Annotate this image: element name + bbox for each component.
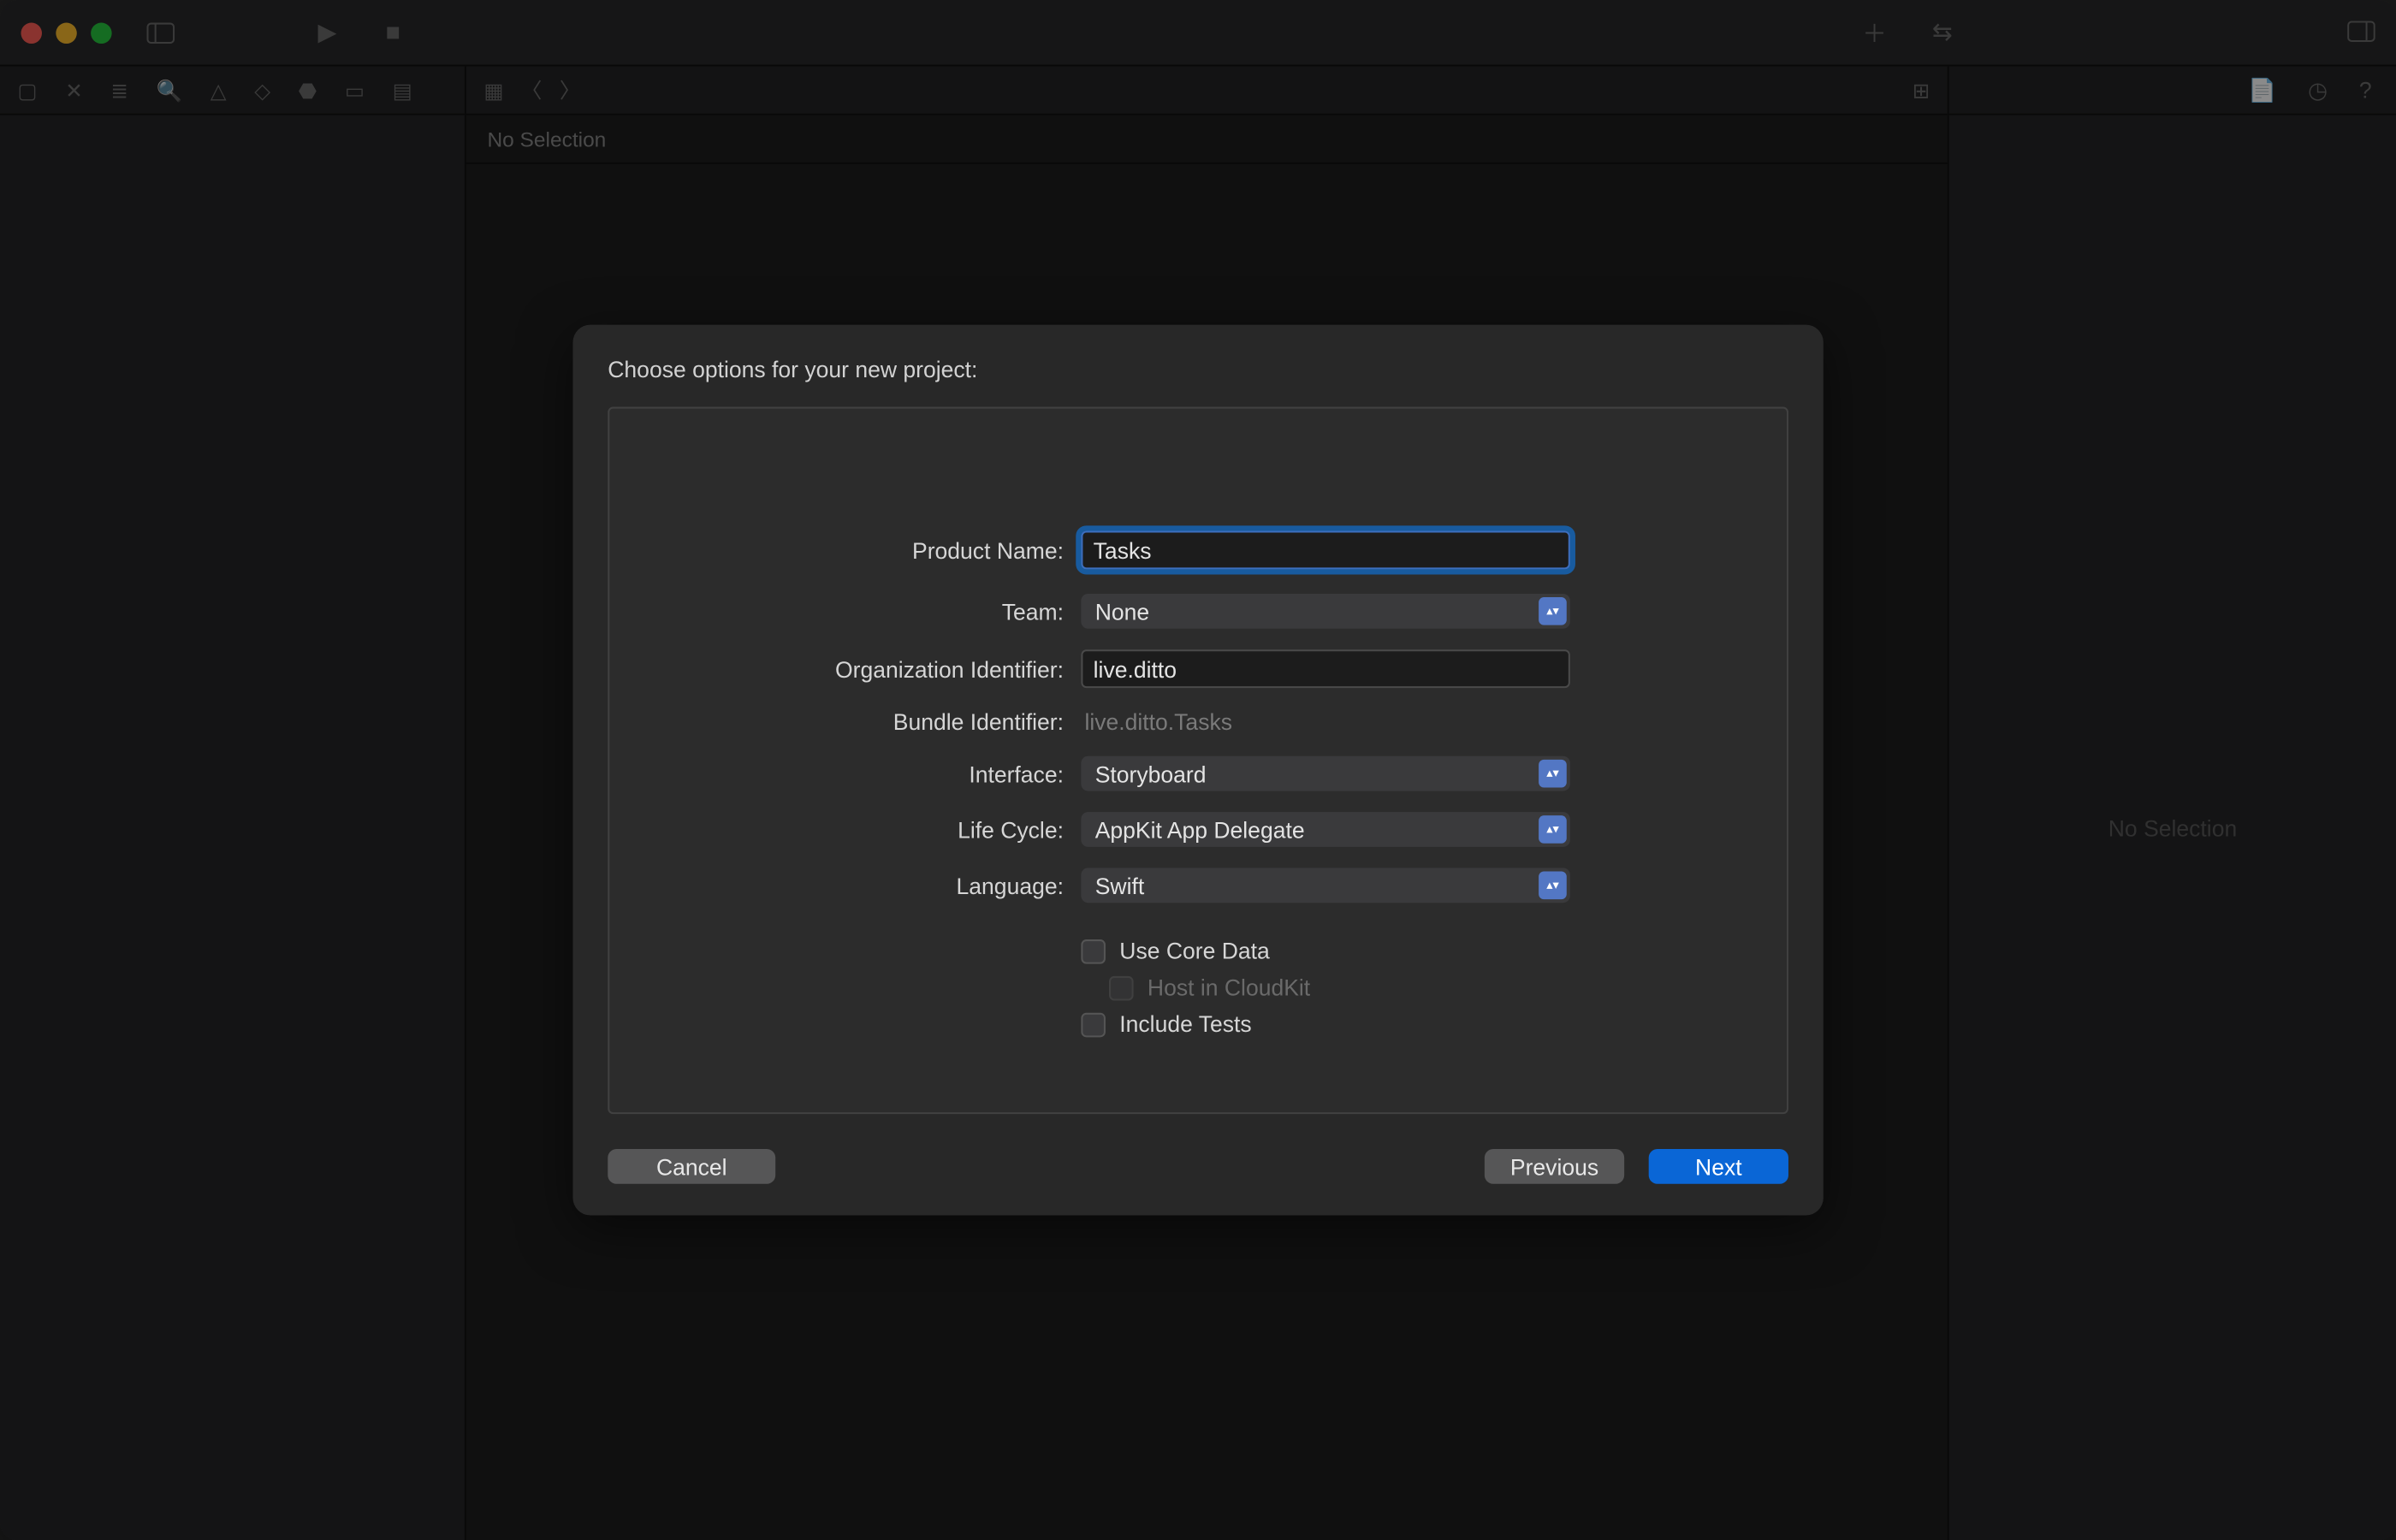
next-button[interactable]: Next bbox=[1649, 1149, 1788, 1184]
lifecycle-select-value: AppKit App Delegate bbox=[1095, 816, 1305, 843]
language-label: Language: bbox=[644, 872, 1064, 898]
product-name-input[interactable] bbox=[1081, 530, 1569, 569]
run-button-icon[interactable]: ▶ bbox=[317, 17, 336, 47]
org-id-input[interactable] bbox=[1081, 649, 1569, 688]
titlebar: ▶ ■ ＋ ⇆ bbox=[0, 0, 2396, 67]
modal-title: Choose options for your new project: bbox=[608, 356, 1788, 382]
source-control-navigator-icon[interactable]: ✕ bbox=[65, 78, 83, 103]
interface-select[interactable]: Storyboard ▴▾ bbox=[1081, 756, 1569, 791]
modal-footer: Cancel Previous Next bbox=[608, 1149, 1788, 1184]
lifecycle-select[interactable]: AppKit App Delegate ▴▾ bbox=[1081, 812, 1569, 847]
use-core-data-label: Use Core Data bbox=[1119, 938, 1269, 964]
issue-navigator-icon[interactable]: △ bbox=[211, 78, 227, 103]
editor-no-selection-label: No Selection bbox=[487, 127, 606, 151]
code-review-icon[interactable]: ⇆ bbox=[1932, 17, 1953, 47]
toggle-navigator-icon[interactable] bbox=[146, 18, 175, 46]
back-icon[interactable]: 〈 bbox=[521, 75, 543, 105]
report-navigator-icon[interactable]: ▤ bbox=[393, 78, 412, 103]
use-core-data-row: Use Core Data bbox=[1081, 938, 1752, 964]
close-window-button[interactable] bbox=[21, 22, 41, 43]
project-navigator-icon[interactable]: ▢ bbox=[17, 78, 37, 103]
host-cloudkit-row: Host in CloudKit bbox=[1109, 974, 1752, 1001]
team-select-value: None bbox=[1095, 598, 1149, 625]
window-controls bbox=[21, 22, 111, 43]
host-cloudkit-label: Host in CloudKit bbox=[1148, 974, 1310, 1001]
minimize-window-button[interactable] bbox=[56, 22, 76, 43]
inspector-no-selection-label: No Selection bbox=[2108, 814, 2237, 841]
org-id-label: Organization Identifier: bbox=[644, 655, 1064, 682]
new-project-options-sheet: Choose options for your new project: Pro… bbox=[572, 325, 1823, 1216]
product-name-label: Product Name: bbox=[644, 537, 1064, 564]
forward-icon[interactable]: 〉 bbox=[560, 75, 581, 105]
bundle-id-label: Bundle Identifier: bbox=[644, 709, 1064, 736]
cancel-button[interactable]: Cancel bbox=[608, 1149, 775, 1184]
debug-navigator-icon[interactable]: ⬣ bbox=[299, 78, 317, 103]
add-editor-icon[interactable]: ⊞ bbox=[1913, 78, 1930, 103]
previous-button[interactable]: Previous bbox=[1485, 1149, 1624, 1184]
modal-form: Product Name: Team: None ▴▾ Organization… bbox=[608, 407, 1788, 1115]
include-tests-checkbox[interactable] bbox=[1081, 1012, 1106, 1037]
toggle-inspector-icon[interactable] bbox=[2347, 18, 2375, 46]
include-tests-label: Include Tests bbox=[1119, 1011, 1251, 1038]
use-core-data-checkbox[interactable] bbox=[1081, 939, 1106, 963]
find-navigator-icon[interactable]: 🔍 bbox=[157, 78, 183, 103]
team-select[interactable]: None ▴▾ bbox=[1081, 594, 1569, 629]
file-inspector-icon[interactable]: 📄 bbox=[2248, 76, 2276, 104]
breakpoint-navigator-icon[interactable]: ▭ bbox=[345, 78, 365, 103]
left-sidebar bbox=[0, 116, 466, 1540]
language-select-value: Swift bbox=[1095, 872, 1144, 898]
library-add-icon[interactable]: ＋ bbox=[1862, 15, 1887, 50]
symbol-navigator-icon[interactable]: ≣ bbox=[110, 78, 128, 103]
test-navigator-icon[interactable]: ◇ bbox=[254, 78, 270, 103]
navigator-tabs: ▢ ✕ ≣ 🔍 △ ◇ ⬣ ▭ ▤ bbox=[0, 67, 466, 114]
history-inspector-icon[interactable]: ◷ bbox=[2308, 76, 2328, 104]
editor-path-bar: No Selection bbox=[466, 116, 1948, 164]
language-select[interactable]: Swift ▴▾ bbox=[1081, 868, 1569, 903]
navigator-bar: ▢ ✕ ≣ 🔍 △ ◇ ⬣ ▭ ▤ ▦ 〈 〉 ⊞ 📄 ◷ ? bbox=[0, 67, 2396, 116]
chevron-updown-icon: ▴▾ bbox=[1539, 760, 1567, 788]
zoom-window-button[interactable] bbox=[91, 22, 111, 43]
lifecycle-label: Life Cycle: bbox=[644, 816, 1064, 843]
interface-label: Interface: bbox=[644, 761, 1064, 787]
xcode-window: ▶ ■ ＋ ⇆ ▢ ✕ ≣ 🔍 △ ◇ ⬣ ▭ ▤ ▦ 〈 〉 ⊞ bbox=[0, 0, 2396, 1540]
chevron-updown-icon: ▴▾ bbox=[1539, 871, 1567, 899]
inspector-tabs: 📄 ◷ ? bbox=[1948, 67, 2396, 114]
include-tests-row: Include Tests bbox=[1081, 1011, 1752, 1038]
chevron-updown-icon: ▴▾ bbox=[1539, 815, 1567, 844]
host-cloudkit-checkbox bbox=[1109, 975, 1134, 1000]
related-items-icon[interactable]: ▦ bbox=[483, 78, 503, 103]
stop-button-icon[interactable]: ■ bbox=[386, 17, 400, 47]
right-sidebar: No Selection bbox=[1948, 116, 2396, 1540]
run-controls: ▶ ■ bbox=[317, 17, 400, 47]
team-label: Team: bbox=[644, 598, 1064, 625]
quick-help-icon[interactable]: ? bbox=[2359, 77, 2372, 104]
chevron-updown-icon: ▴▾ bbox=[1539, 597, 1567, 625]
bundle-id-value: live.ditto.Tasks bbox=[1081, 709, 1569, 736]
interface-select-value: Storyboard bbox=[1095, 761, 1207, 787]
editor-tab-controls: ▦ 〈 〉 ⊞ bbox=[466, 67, 1948, 114]
